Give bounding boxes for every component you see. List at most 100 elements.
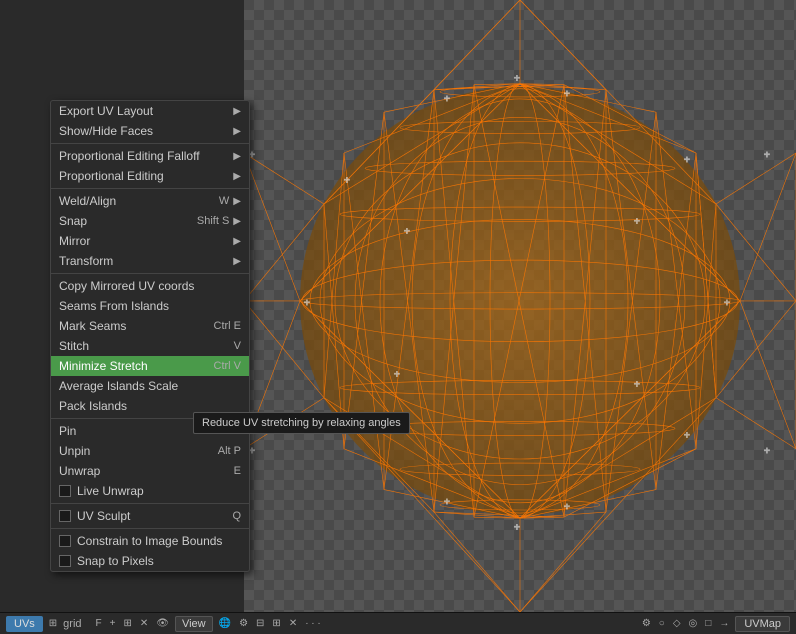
menu-item-proportional-editing-falloff[interactable]: Proportional Editing Falloff ▶ — [51, 146, 249, 166]
uv-canvas: + + + + + + + + + + + + + + + + + + + + — [244, 0, 796, 612]
menu-item-average-islands-scale[interactable]: Average Islands Scale — [51, 376, 249, 396]
menu-item-weld-align[interactable]: Weld/AlignW▶ — [51, 191, 249, 211]
menu-item-live-unwrap[interactable]: Live Unwrap — [51, 481, 249, 501]
menu-label-seams-from-islands: Seams From Islands — [59, 299, 241, 313]
arrow-proportional-editing-falloff: ▶ — [233, 151, 241, 162]
svg-text:+: + — [684, 155, 690, 166]
separator-live-unwrap — [51, 503, 249, 504]
checkbox-live-unwrap[interactable] — [59, 485, 71, 497]
menu-item-snap[interactable]: Snap Shift S ▶ — [51, 211, 249, 231]
menu-item-constrain-to-image-bounds[interactable]: Constrain to Image Bounds — [51, 531, 249, 551]
svg-text:+: + — [684, 431, 690, 442]
separator-uv-sculpt — [51, 528, 249, 529]
grid2-icon[interactable]: ⊟ — [254, 618, 266, 629]
menu-item-unwrap[interactable]: Unwrap E — [51, 461, 249, 481]
grid-label: grid — [63, 618, 81, 630]
separator-proportional-editing — [51, 188, 249, 189]
menu-label-stitch: Stitch — [59, 339, 226, 353]
diamond-icon[interactable]: ◇ — [671, 618, 683, 629]
f-key-icon: F — [94, 618, 104, 629]
menu-item-stitch[interactable]: Stitch V — [51, 336, 249, 356]
settings-icon[interactable]: ⚙ — [237, 618, 250, 629]
svg-text:+: + — [724, 298, 730, 309]
svg-text:+: + — [304, 298, 310, 309]
status-bar-right: ⚙ ○ ◇ ◎ □ → UVMap — [634, 616, 796, 632]
svg-text:+: + — [634, 380, 640, 391]
menu-item-show-hide-faces[interactable]: Show/Hide Faces▶ — [51, 121, 249, 141]
separator-show-hide-faces — [51, 143, 249, 144]
checkbox-constrain-to-image-bounds[interactable] — [59, 535, 71, 547]
shortcut-unwrap: E — [234, 465, 241, 477]
shortcut-snap: Shift S — [197, 215, 229, 227]
gear-icon[interactable]: ⚙ — [640, 618, 653, 629]
grid-btn[interactable]: ⊞ — [121, 618, 133, 629]
shortcut-uv-sculpt: Q — [232, 510, 241, 522]
arrow-snap: ▶ — [233, 216, 241, 227]
menu-item-proportional-editing[interactable]: Proportional Editing▶ — [51, 166, 249, 186]
menu-item-minimize-stretch[interactable]: Minimize Stretch Ctrl V — [51, 356, 249, 376]
svg-text:+: + — [764, 446, 770, 457]
shortcut-mark-seams: Ctrl E — [214, 320, 242, 332]
svg-text:+: + — [444, 497, 450, 508]
svg-text:+: + — [514, 522, 520, 533]
square-icon[interactable]: □ — [703, 618, 713, 629]
menu-item-unpin[interactable]: UnpinAlt P — [51, 441, 249, 461]
ring-icon[interactable]: ◎ — [687, 618, 700, 629]
view-btn[interactable]: View — [175, 616, 213, 632]
arrow-transform: ▶ — [233, 256, 241, 267]
arrow-export-uv-layout: ▶ — [233, 106, 241, 117]
arrow-mirror: ▶ — [233, 236, 241, 247]
svg-text:+: + — [764, 150, 770, 161]
x2-icon[interactable]: ✕ — [287, 618, 299, 629]
context-menu: Export UV Layout▶Show/Hide Faces▶ Proport… — [50, 100, 250, 572]
uvmap-label[interactable]: UVMap — [735, 616, 790, 632]
shortcut-weld-align: W — [219, 195, 229, 207]
circle-icon[interactable]: ○ — [657, 618, 667, 629]
svg-text:+: + — [394, 369, 400, 380]
shortcut-unpin: Alt P — [218, 445, 241, 457]
arrow-show-hide-faces: ▶ — [233, 126, 241, 137]
menu-item-seams-from-islands[interactable]: Seams From Islands — [51, 296, 249, 316]
checkbox-snap-to-pixels[interactable] — [59, 555, 71, 567]
menu-label-unwrap: Unwrap — [59, 464, 226, 478]
arrow-icon[interactable]: → — [717, 618, 731, 629]
status-bar: UVs ⊞ grid F + ⊞ ✕ 👁 View 🌐 ⚙ ⊟ ⊞ ✕ · · … — [0, 612, 796, 634]
menu-label-mirror: Mirror — [59, 234, 229, 248]
menu-item-mirror[interactable]: Mirror ▶ — [51, 231, 249, 251]
shortcut-minimize-stretch: Ctrl V — [214, 360, 242, 372]
shortcut-stitch: V — [234, 340, 241, 352]
menu-item-copy-mirrored-uv[interactable]: Copy Mirrored UV coords — [51, 276, 249, 296]
svg-text:+: + — [514, 74, 520, 85]
svg-text:+: + — [564, 502, 570, 513]
checkbox-uv-sculpt[interactable] — [59, 510, 71, 522]
globe-icon[interactable]: 🌐 — [217, 618, 233, 629]
menu-label-proportional-editing: Proportional Editing — [59, 169, 229, 183]
status-bar-left: UVs ⊞ grid F + ⊞ ✕ 👁 View 🌐 ⚙ ⊟ ⊞ ✕ · · … — [0, 616, 634, 632]
grid-icon: ⊞ — [47, 618, 59, 629]
menu-label-live-unwrap: Live Unwrap — [77, 484, 241, 498]
menu-label-constrain-to-image-bounds: Constrain to Image Bounds — [77, 534, 241, 548]
separator-transform — [51, 273, 249, 274]
svg-text:+: + — [344, 176, 350, 187]
svg-text:+: + — [564, 89, 570, 100]
menu-item-export-uv-layout[interactable]: Export UV Layout▶ — [51, 101, 249, 121]
menu-label-minimize-stretch: Minimize Stretch — [59, 359, 206, 373]
x-icon[interactable]: ✕ — [138, 618, 150, 629]
menu-label-weld-align: Weld/Align — [59, 194, 211, 208]
menu-item-uv-sculpt[interactable]: UV SculptQ — [51, 506, 249, 526]
uvs-tab[interactable]: UVs — [6, 616, 43, 632]
menu-label-pack-islands: Pack Islands — [59, 399, 241, 413]
menu-item-transform[interactable]: Transform▶ — [51, 251, 249, 271]
menu-label-proportional-editing-falloff: Proportional Editing Falloff — [59, 149, 229, 163]
dots-icon: · · · — [303, 618, 323, 629]
plus-icon[interactable]: + — [108, 618, 118, 629]
menu-label-mark-seams: Mark Seams — [59, 319, 206, 333]
menu-label-snap: Snap — [59, 214, 189, 228]
svg-text:+: + — [634, 216, 640, 227]
grid3-icon[interactable]: ⊞ — [270, 618, 282, 629]
menu-label-snap-to-pixels: Snap to Pixels — [77, 554, 241, 568]
svg-text:+: + — [404, 227, 410, 238]
eye-icon[interactable]: 👁 — [154, 618, 171, 629]
menu-item-mark-seams[interactable]: Mark Seams Ctrl E — [51, 316, 249, 336]
menu-item-snap-to-pixels[interactable]: Snap to Pixels — [51, 551, 249, 571]
